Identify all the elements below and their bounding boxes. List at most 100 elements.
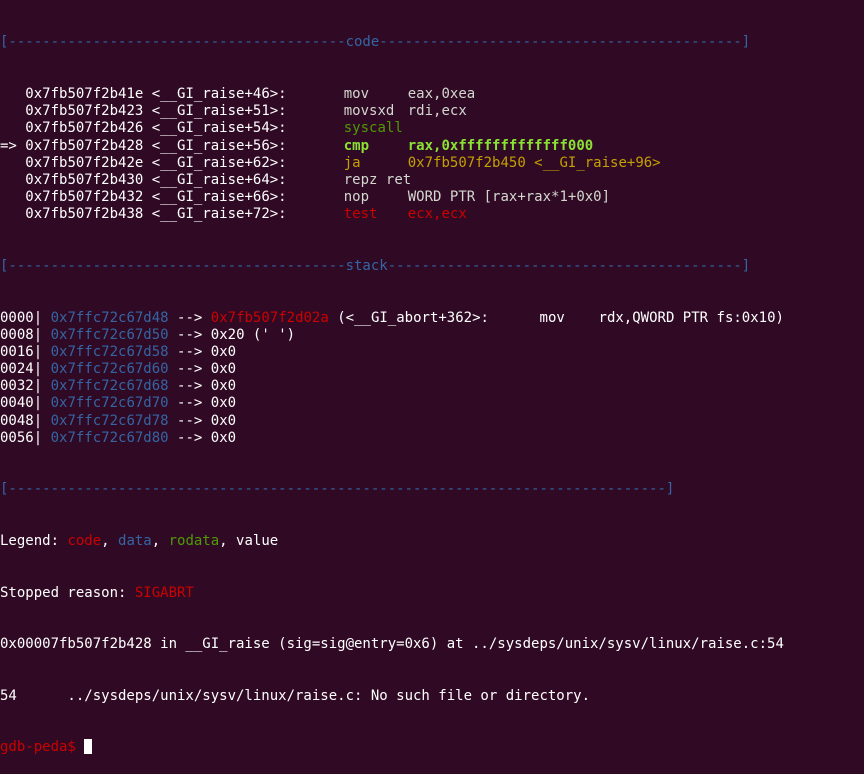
stack-row: 0000| 0x7ffc72c67d48 --> 0x7fb507f2d02a … [0, 310, 864, 327]
bottom-separator: [---------------------------------------… [0, 481, 675, 498]
code-separator: [---------------------------------------… [0, 34, 864, 51]
stack-offset: 0008| [0, 326, 43, 343]
stack-gap [42, 413, 50, 429]
disasm-mnemonic: movsxd [343, 103, 395, 120]
disasm-row: 0x7fb507f2b42e <__GI_raise+62>: ja 0x7fb50… [0, 155, 864, 172]
disasm-symbol: <__GI_raise+46>: [151, 86, 287, 102]
disasm-gap [143, 138, 151, 154]
stack-value: 0x0 [210, 378, 237, 395]
stack-gap [202, 344, 210, 360]
legend-value: value [236, 533, 279, 549]
stack-value: 0x0 [210, 361, 237, 378]
disasm-symbol: <__GI_raise+56>: [151, 137, 287, 154]
stack-address: 0x7ffc72c67d68 [50, 378, 169, 395]
stack-arrow: --> [177, 343, 203, 360]
disasm-gap [143, 86, 151, 102]
disasm-mnemonic: nop [343, 189, 370, 206]
disasm-symbol: <__GI_raise+66>: [151, 189, 287, 206]
stack-arrow: --> [177, 361, 203, 378]
stack-row: 0032| 0x7ffc72c67d68 --> 0x0 [0, 378, 864, 395]
stack-gap [42, 344, 50, 360]
text-cursor [84, 739, 93, 755]
stack-offset: 0040| [0, 395, 43, 412]
stack-gap [202, 361, 210, 377]
stack-gap [202, 395, 210, 411]
disasm-gap [143, 172, 151, 188]
stack-gap [169, 395, 177, 411]
stack-address: 0x7ffc72c67d48 [50, 309, 169, 326]
disasm-address: 0x7fb507f2b430 [25, 171, 144, 188]
stack-arrow: --> [177, 378, 203, 395]
stack-value: 0x0 [210, 343, 237, 360]
stack-gap [202, 310, 210, 326]
stack-offset: 0032| [0, 378, 43, 395]
disasm-symbol: <__GI_raise+54>: [151, 120, 287, 137]
current-marker: => [0, 137, 17, 154]
stack-row: 0056| 0x7ffc72c67d80 --> 0x0 [0, 430, 864, 447]
legend-rodata: rodata [168, 533, 220, 549]
current-marker [0, 189, 17, 205]
stack-address: 0x7ffc72c67d80 [50, 429, 169, 446]
disassembly-list: 0x7fb507f2b41e <__GI_raise+46>: mov eax,0x… [0, 86, 864, 224]
code-separator-right: ----------------------------------------… [379, 34, 751, 51]
stack-arrow: --> [177, 326, 203, 343]
disasm-address: 0x7fb507f2b42e [25, 154, 144, 171]
stack-offset: 0024| [0, 361, 43, 378]
disasm-address: 0x7fb507f2b438 [25, 206, 144, 223]
legend-comma-3: , [219, 533, 237, 549]
terminal[interactable]: [---------------------------------------… [0, 0, 864, 774]
stack-gap [42, 430, 50, 446]
disasm-mnemonic: mov [343, 86, 370, 102]
stack-offset: 0048| [0, 412, 43, 429]
legend-code: code [67, 533, 102, 549]
disasm-mnemonic: ja [343, 154, 361, 171]
legend-label: Legend: [0, 533, 68, 549]
disasm-mnemonic: test [343, 206, 378, 223]
disasm-address: 0x7fb507f2b432 [25, 189, 144, 206]
stack-separator: [---------------------------------------… [0, 258, 864, 275]
current-marker [0, 155, 17, 171]
stack-offset: 0016| [0, 343, 43, 360]
stack-offset: 0056| [0, 429, 43, 446]
stack-gap [169, 310, 177, 326]
disasm-gap [143, 206, 151, 222]
stack-separator-left: [---------------------------------------… [0, 257, 346, 274]
stack-row: 0024| 0x7ffc72c67d60 --> 0x0 [0, 361, 864, 378]
disasm-gap [143, 155, 151, 171]
stack-value: 0x7fb507f2d02a [210, 309, 329, 326]
frame-line: 0x00007fb507f2b428 in __GI_raise (sig=si… [0, 636, 784, 653]
disasm-row: 0x7fb507f2b41e <__GI_raise+46>: mov eax,0x… [0, 86, 864, 103]
stack-value-detail: (<__GI_abort+362>: mov rdx,QWORD PTR fs:… [328, 309, 784, 326]
stack-gap [169, 413, 177, 429]
legend-line: Legend: code, data, rodata, value [0, 533, 864, 550]
stopped-reason-label: Stopped reason: [0, 584, 135, 601]
legend-data: data [118, 533, 152, 549]
stack-gap [169, 344, 177, 360]
stack-address: 0x7ffc72c67d58 [50, 343, 169, 360]
current-marker [0, 120, 17, 136]
stack-row: 0016| 0x7ffc72c67d58 --> 0x0 [0, 344, 864, 361]
disasm-row: 0x7fb507f2b432 <__GI_raise+66>: nop WORD P… [0, 189, 864, 206]
stack-row: 0040| 0x7ffc72c67d70 --> 0x0 [0, 395, 864, 412]
stack-value: 0x0 [210, 395, 237, 412]
stack-offset: 0000| [0, 309, 43, 326]
stack-row: 0008| 0x7ffc72c67d50 --> 0x20 (' ') [0, 327, 864, 344]
prompt-line[interactable]: gdb-peda$ [0, 739, 864, 756]
disasm-mnemonic: cmp [343, 137, 370, 154]
code-separator-title: code [345, 34, 380, 51]
code-separator-left: [---------------------------------------… [0, 34, 346, 51]
disasm-gap [143, 189, 151, 205]
disasm-operands: 0x7fb507f2b450 <__GI_raise+96> [407, 154, 661, 171]
disasm-row: => 0x7fb507f2b428 <__GI_raise+56>: cmp rax… [0, 138, 864, 155]
disasm-address: 0x7fb507f2b428 [25, 137, 144, 154]
disasm-gap [143, 103, 151, 119]
stack-gap [169, 430, 177, 446]
stack-gap [202, 430, 210, 446]
current-marker [0, 103, 17, 119]
stack-gap [202, 413, 210, 429]
disasm-mnemonic: repz ret [343, 171, 412, 188]
legend-comma-2: , [151, 533, 169, 549]
stack-gap [42, 327, 50, 343]
stack-arrow: --> [177, 309, 203, 326]
disasm-operands: ecx,ecx [407, 206, 467, 223]
